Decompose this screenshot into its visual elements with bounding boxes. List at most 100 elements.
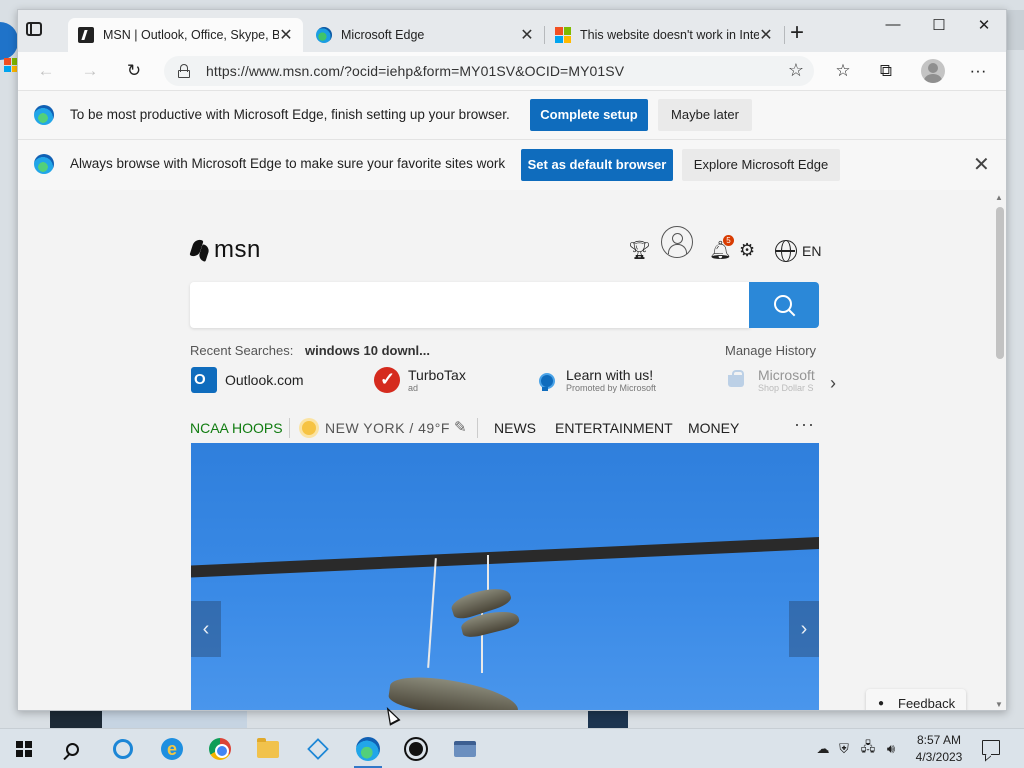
set-default-browser-button[interactable]: Set as default browser — [521, 149, 673, 181]
carousel-prev-icon[interactable]: ‹ — [191, 601, 221, 657]
cortana-icon — [113, 739, 133, 759]
carousel-next-icon[interactable]: › — [789, 601, 819, 657]
msn-search-button[interactable] — [749, 282, 819, 328]
background-window-strip — [588, 708, 628, 730]
close-tab-icon[interactable]: ✕ — [759, 25, 773, 45]
volume-icon[interactable]: 🔊︎ — [880, 741, 902, 757]
nav-ncaa-hoops[interactable]: NCAA HOOPS — [190, 420, 283, 436]
url-text[interactable]: https://www.msn.com/?ocid=iehp&form=MY01… — [206, 63, 624, 79]
search-icon — [65, 742, 79, 756]
taskbar-brightness-app[interactable] — [392, 729, 440, 768]
settings-more-icon[interactable]: ··· — [968, 61, 988, 81]
scroll-down-icon[interactable]: ▼ — [995, 700, 1003, 709]
quicklink-turbotax[interactable]: TurboTax ad — [374, 362, 466, 398]
desktop-microsoft-icon-partial[interactable] — [4, 58, 18, 72]
msn-logo-text: msn — [214, 236, 261, 263]
taskbar-clock[interactable]: 8:57 AM 4/3/2023 — [908, 732, 970, 766]
quicklink-promoted-label: Promoted by Microsoft — [566, 383, 657, 393]
forward-button[interactable]: → — [80, 61, 100, 81]
edge-icon — [316, 27, 332, 43]
nav-weather[interactable]: NEW YORK / 49°F — [325, 420, 450, 436]
profile-avatar[interactable] — [921, 59, 945, 83]
quicklink-learn[interactable]: Learn with us! Promoted by Microsoft — [532, 362, 656, 398]
taskbar-chrome[interactable] — [196, 729, 244, 768]
edge-icon — [34, 154, 54, 174]
rewards-trophy-icon[interactable]: 🏆︎ — [628, 240, 651, 260]
security-shield-icon[interactable]: ⛨ — [832, 741, 856, 757]
nav-separator — [289, 418, 290, 438]
taskbar-file-explorer[interactable] — [244, 729, 292, 768]
msn-logo[interactable]: msn — [190, 236, 261, 264]
quicklink-sub-label: Shop Dollar S — [758, 383, 814, 393]
outlook-icon — [191, 367, 217, 393]
collections-icon[interactable]: ⧉ — [876, 61, 896, 81]
sign-in-user-icon[interactable] — [661, 226, 693, 258]
maybe-later-button[interactable]: Maybe later — [658, 99, 752, 131]
taskbar-search-button[interactable] — [48, 729, 96, 768]
feedback-button[interactable]: Feedback — [866, 689, 966, 710]
edit-location-pencil-icon[interactable]: ✎ — [454, 418, 467, 436]
explore-edge-button[interactable]: Explore Microsoft Edge — [682, 149, 840, 181]
language-label[interactable]: EN — [802, 243, 821, 259]
tab-title: Microsoft Edge — [341, 28, 425, 42]
taskbar-3d-viewer[interactable] — [294, 729, 342, 768]
new-tab-button[interactable]: + — [790, 21, 804, 45]
tab-msn[interactable]: MSN | Outlook, Office, Skype, Bing ✕ — [68, 18, 303, 52]
minimize-button[interactable]: — — [870, 16, 916, 40]
start-button[interactable] — [0, 729, 48, 768]
nav-money[interactable]: MONEY — [688, 420, 739, 436]
tab-ie-unsupported[interactable]: This website doesn't work in Internet Ex… — [545, 18, 783, 52]
quicklink-ad-label: ad — [408, 383, 419, 393]
hero-image-shoe — [387, 672, 521, 710]
windows-logo-icon — [16, 741, 32, 757]
taskbar-internet-explorer[interactable]: e — [148, 729, 196, 768]
add-favorite-icon[interactable]: ☆ — [788, 60, 804, 81]
lock-icon[interactable] — [178, 64, 190, 78]
setup-message: To be most productive with Microsoft Edg… — [70, 107, 510, 122]
settings-gear-icon[interactable]: ⚙ — [739, 240, 755, 260]
manage-history-link[interactable]: Manage History — [725, 343, 816, 358]
close-infobar-icon[interactable]: ✕ — [973, 155, 990, 175]
refresh-button[interactable]: ↻ — [124, 61, 144, 81]
action-center-icon[interactable] — [982, 740, 1000, 755]
taskbar-document-app[interactable] — [441, 729, 489, 768]
weather-sun-icon — [302, 421, 316, 435]
msn-search-input[interactable] — [190, 282, 750, 328]
tab-microsoft-edge[interactable]: Microsoft Edge ✕ — [306, 18, 544, 52]
msn-nav-row: NCAA HOOPS NEW YORK / 49°F ✎ NEWS ENTERT… — [190, 412, 820, 442]
lightbulb-icon — [532, 367, 558, 393]
scroll-up-icon[interactable]: ▲ — [995, 193, 1003, 202]
clock-date: 4/3/2023 — [915, 750, 963, 764]
quicklink-microsoft-store[interactable]: Microsoft Shop Dollar S — [724, 362, 824, 398]
language-globe-icon[interactable] — [775, 240, 797, 262]
tab-actions-button[interactable] — [26, 22, 46, 40]
close-tab-icon[interactable]: ✕ — [279, 25, 293, 45]
close-window-button[interactable]: ✕ — [961, 16, 1006, 40]
recent-search-item[interactable]: windows 10 downl... — [305, 343, 430, 358]
desktop-edge-icon-partial[interactable] — [0, 22, 18, 60]
nav-news[interactable]: NEWS — [494, 420, 536, 436]
address-bar[interactable]: https://www.msn.com/?ocid=iehp&form=MY01… — [164, 56, 814, 86]
cortana-button[interactable] — [99, 729, 147, 768]
quicklink-name: Microsoft — [758, 367, 815, 383]
nav-entertainment[interactable]: ENTERTAINMENT — [555, 420, 673, 436]
clock-time: 8:57 AM — [916, 733, 962, 747]
default-browser-infobar: Always browse with Microsoft Edge to mak… — [18, 139, 1006, 190]
taskbar-edge[interactable] — [344, 729, 392, 768]
scrollbar-thumb[interactable] — [996, 207, 1004, 359]
quicklink-name: TurboTax — [408, 367, 466, 383]
quicklinks-next-chevron-icon[interactable]: › — [830, 373, 836, 394]
back-button[interactable]: ← — [36, 61, 56, 81]
nav-more-icon[interactable]: ··· — [794, 414, 815, 435]
complete-setup-button[interactable]: Complete setup — [530, 99, 648, 131]
edge-icon — [356, 737, 380, 761]
cube-icon — [307, 738, 329, 760]
maximize-button[interactable]: ☐ — [916, 16, 962, 40]
favorites-icon[interactable]: ☆ — [833, 61, 853, 81]
network-icon[interactable]: 🖧︎ — [856, 738, 880, 760]
close-tab-icon[interactable]: ✕ — [520, 25, 534, 45]
page-scrollbar[interactable]: ▲ ▼ — [992, 190, 1006, 710]
quicklink-outlook[interactable]: Outlook.com — [191, 362, 304, 398]
onedrive-icon[interactable]: ☁ — [814, 741, 832, 757]
hero-image-carousel[interactable]: ‹ › — [191, 443, 819, 710]
